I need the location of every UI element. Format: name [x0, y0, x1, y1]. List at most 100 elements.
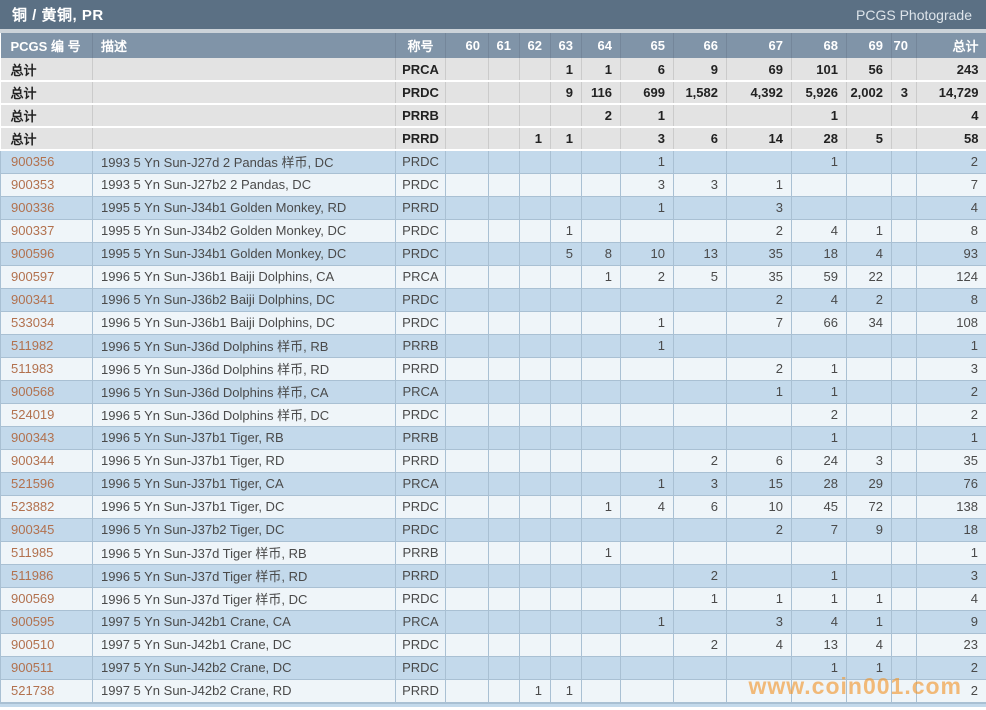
designation-cell: PRRD [396, 196, 446, 219]
grade-62-count [520, 58, 551, 81]
grade-68-count: 4 [792, 288, 847, 311]
table-row: 5119851996 5 Yn Sun-J37d Tiger 样币, RBPRR… [1, 541, 986, 564]
total-count: 93 [917, 242, 986, 265]
grade-61-count [489, 81, 520, 104]
grade-65-count [621, 403, 674, 426]
coin-description: 1996 5 Yn Sun-J37b2 Tiger, DC [93, 518, 396, 541]
grade-67-count: 2 [727, 357, 792, 380]
coin-number-link[interactable]: 521738 [1, 679, 93, 702]
grade-70-count: 3 [892, 81, 917, 104]
grade-65-count [621, 219, 674, 242]
header-pcgs-number: PCGS 编 号 [1, 33, 93, 58]
grade-63-count [551, 518, 582, 541]
grade-68-count: 1 [792, 104, 847, 127]
grade-60-count [446, 104, 489, 127]
designation-cell: PRRB [396, 541, 446, 564]
grade-68-count: 1 [792, 564, 847, 587]
grade-69-count: 9 [847, 518, 892, 541]
coin-number-link[interactable]: 533034 [1, 311, 93, 334]
coin-number-link[interactable]: 900510 [1, 633, 93, 656]
coin-number-link[interactable]: 900511 [1, 656, 93, 679]
coin-description: 1995 5 Yn Sun-J34b1 Golden Monkey, DC [93, 242, 396, 265]
grade-61-count [489, 633, 520, 656]
grade-68-count: 4 [792, 219, 847, 242]
designation-cell: PRDC [396, 518, 446, 541]
grade-63-count [551, 288, 582, 311]
coin-number-link[interactable]: 524019 [1, 403, 93, 426]
grade-65-count: 1 [621, 311, 674, 334]
grade-66-count: 9 [674, 58, 727, 81]
coin-number-link[interactable]: 900341 [1, 288, 93, 311]
grade-62-count [520, 265, 551, 288]
table-row: 5217381997 5 Yn Sun-J42b2 Crane, RDPRRD1… [1, 679, 986, 702]
table-row: 9003531993 5 Yn Sun-J27b2 2 Pandas, DCPR… [1, 173, 986, 196]
grade-70-count [892, 541, 917, 564]
grade-65-count: 6 [621, 58, 674, 81]
grade-60-count [446, 150, 489, 173]
grade-69-count [847, 679, 892, 702]
grade-64-count: 1 [582, 495, 621, 518]
coin-number-link[interactable]: 511983 [1, 357, 93, 380]
coin-number-link[interactable]: 900345 [1, 518, 93, 541]
grade-69-count: 34 [847, 311, 892, 334]
coin-number-link[interactable]: 900353 [1, 173, 93, 196]
summary-rows: 总计PRCA11696910156243总计PRDC91166991,5824,… [1, 58, 986, 150]
total-count: 108 [917, 311, 986, 334]
grade-64-count [582, 334, 621, 357]
coin-number-link[interactable]: 900596 [1, 242, 93, 265]
grade-67-count: 3 [727, 196, 792, 219]
coin-number-link[interactable]: 900336 [1, 196, 93, 219]
grade-60-count [446, 679, 489, 702]
coin-number-link[interactable]: 511982 [1, 334, 93, 357]
coin-number-link[interactable]: 900344 [1, 449, 93, 472]
coin-number-link[interactable]: 900356 [1, 150, 93, 173]
grade-69-count [847, 196, 892, 219]
grade-60-count [446, 380, 489, 403]
coin-number-link[interactable]: 900568 [1, 380, 93, 403]
table-row: 9003411996 5 Yn Sun-J36b2 Baiji Dolphins… [1, 288, 986, 311]
designation-cell: PRDC [396, 242, 446, 265]
grade-70-count [892, 196, 917, 219]
coin-number-link[interactable]: 521596 [1, 472, 93, 495]
total-count: 2 [917, 380, 986, 403]
grade-63-count [551, 426, 582, 449]
grade-65-count [621, 587, 674, 610]
photograde-link[interactable]: PCGS Photograde [856, 7, 972, 23]
grade-69-count: 1 [847, 610, 892, 633]
grade-67-count [727, 541, 792, 564]
coin-number-link[interactable]: 511985 [1, 541, 93, 564]
coin-description: 1997 5 Yn Sun-J42b2 Crane, RD [93, 679, 396, 702]
grade-64-count [582, 633, 621, 656]
grade-63-count [551, 656, 582, 679]
grade-68-count: 28 [792, 127, 847, 150]
coin-number-link[interactable]: 900595 [1, 610, 93, 633]
grade-60-count [446, 472, 489, 495]
grade-60-count [446, 426, 489, 449]
coin-description: 1996 5 Yn Sun-J37d Tiger 样币, RD [93, 564, 396, 587]
table-row: 9003451996 5 Yn Sun-J37b2 Tiger, DCPRDC2… [1, 518, 986, 541]
coin-number-link[interactable]: 900343 [1, 426, 93, 449]
grade-65-count: 1 [621, 610, 674, 633]
grade-62-count [520, 311, 551, 334]
grade-67-count: 35 [727, 242, 792, 265]
coin-number-link[interactable]: 900337 [1, 219, 93, 242]
coin-number-link[interactable]: 511986 [1, 564, 93, 587]
grade-63-count [551, 173, 582, 196]
total-count: 3 [917, 357, 986, 380]
grade-63-count [551, 265, 582, 288]
grade-60-count [446, 587, 489, 610]
header-grade-70: 70 [892, 33, 917, 58]
designation-cell: PRDC [396, 587, 446, 610]
designation-cell: PRCA [396, 380, 446, 403]
grade-70-count [892, 265, 917, 288]
grade-68-count: 45 [792, 495, 847, 518]
coin-number-link[interactable]: 900597 [1, 265, 93, 288]
grade-67-count: 1 [727, 380, 792, 403]
grade-65-count [621, 518, 674, 541]
grade-70-count [892, 449, 917, 472]
coin-number-link[interactable]: 523882 [1, 495, 93, 518]
coin-description: 1996 5 Yn Sun-J37b1 Tiger, RB [93, 426, 396, 449]
coin-number-link[interactable]: 900569 [1, 587, 93, 610]
grade-70-count [892, 288, 917, 311]
table-row: 9003431996 5 Yn Sun-J37b1 Tiger, RBPRRB1… [1, 426, 986, 449]
